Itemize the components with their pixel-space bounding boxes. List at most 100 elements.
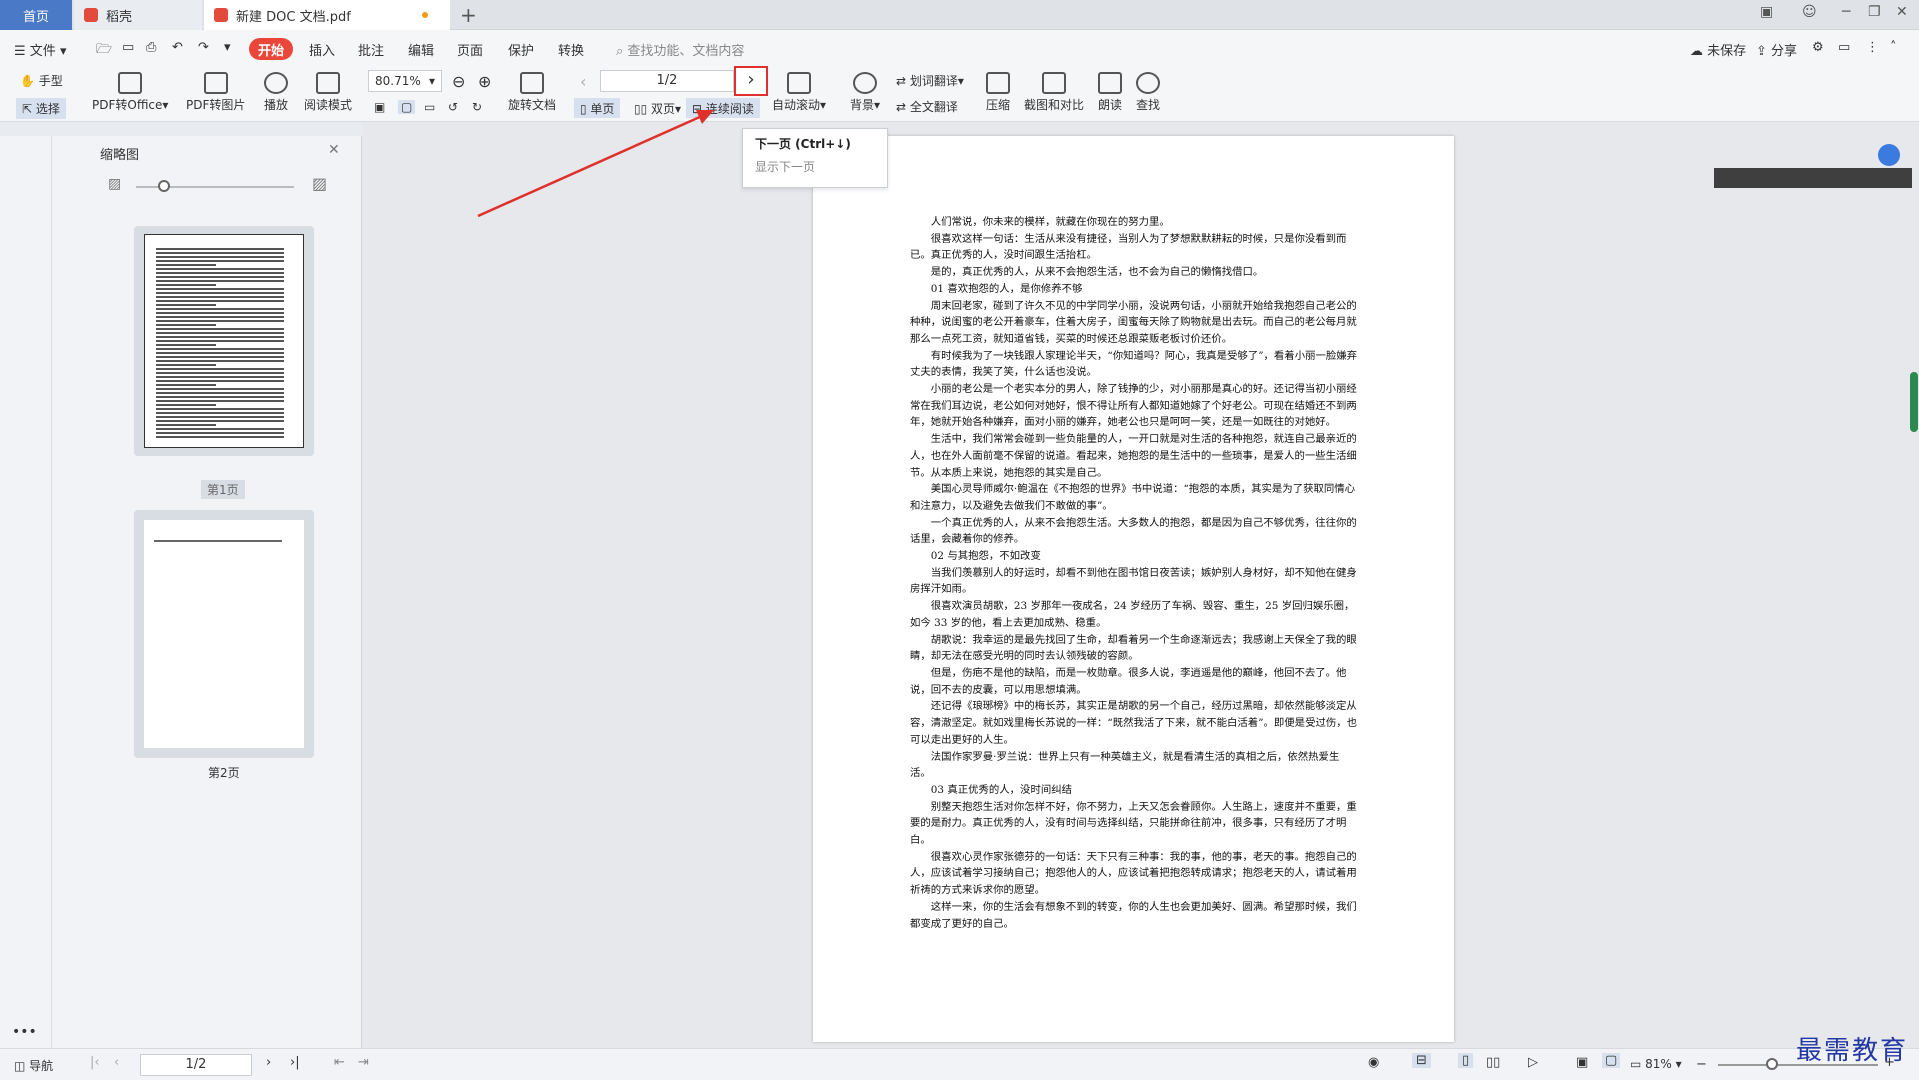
fit-page-icon[interactable]: ▢ [398, 100, 416, 114]
fit-width-icon[interactable]: ▭ [424, 100, 435, 114]
tab-wps[interactable]: 稻壳 [74, 0, 202, 30]
background-button[interactable]: 背景▾ [850, 72, 880, 113]
print-icon[interactable]: ⎙ [146, 40, 156, 55]
continuous-mode-icon[interactable]: ⊟ [1412, 1053, 1431, 1068]
eye-mode-icon[interactable]: ◉ [1368, 1055, 1379, 1070]
double-page-mode-icon[interactable]: ▯▯ [1486, 1055, 1500, 1070]
comment-icon[interactable]: ▭ [1838, 40, 1850, 55]
navigation-toggle[interactable]: ◫ 导航 [14, 1057, 53, 1074]
pdf-to-image-button[interactable]: PDF转图片 [186, 72, 245, 113]
thumbnail-text-line [156, 408, 284, 410]
unsaved-button[interactable]: ☁ 未保存 [1690, 40, 1746, 59]
document-paragraph: 01 喜欢抱怨的人，是你修养不够 [930, 282, 1083, 295]
next-page-button[interactable]: › [734, 66, 768, 96]
add-tab-button[interactable]: + [460, 3, 477, 27]
input-method-bar[interactable] [1714, 168, 1912, 188]
zoom-slider-handle[interactable] [1766, 1058, 1778, 1070]
play-button[interactable]: 播放 [264, 72, 288, 113]
play-icon [264, 72, 288, 94]
thumbnail-page-2-preview [144, 520, 304, 748]
restore-button[interactable]: ❐ [1868, 4, 1881, 20]
last-page-icon[interactable]: ›| [290, 1055, 300, 1070]
settings-icon[interactable]: ⚙ [1812, 40, 1824, 55]
back-icon[interactable]: ⇤ [334, 1055, 345, 1070]
compress-label: 压缩 [986, 98, 1011, 112]
thumbnail-text-line [156, 332, 284, 334]
close-icon[interactable]: ✕ [328, 142, 340, 158]
document-page: 人们常说，你未来的模样，就藏在你现在的努力里。 很喜欢这样一句话：生活从来没有捷径… [813, 136, 1454, 1042]
reading-mode-button[interactable]: 阅读模式 [304, 72, 352, 113]
close-button[interactable]: ✕ [1896, 4, 1908, 20]
slider-handle[interactable] [158, 180, 170, 192]
next-page-icon[interactable]: › [266, 1055, 271, 1070]
redo-icon[interactable]: ↷ [198, 40, 209, 55]
more-dots-icon[interactable]: ••• [12, 1024, 37, 1040]
rotate-left-icon[interactable]: ↺ [448, 100, 458, 114]
screenshot-compare-button[interactable]: 截图和对比 [1024, 72, 1084, 113]
menu-protect[interactable]: 保护 [508, 40, 534, 59]
thumbnail-page-2-label: 第2页 [208, 766, 240, 780]
full-translate-button[interactable]: ⇄ 全文翻译 [896, 98, 958, 115]
zoom-out-icon[interactable]: ⊖ [452, 72, 465, 91]
menu-start[interactable]: 开始 [249, 38, 293, 60]
actual-size-mode-icon[interactable]: ▣ [1576, 1055, 1588, 1070]
document-paragraph: 还记得《琅琊榜》中的梅长苏，其实正是胡歌的另一个自己，经历过黑暗，却依然能够淡定… [910, 700, 1358, 746]
navigation-label: 导航 [29, 1059, 54, 1073]
menu-file[interactable]: ☰ 文件 ▾ [14, 40, 66, 59]
actual-size-icon[interactable]: ▣ [374, 100, 385, 114]
document-paragraph: 当我们羡慕别人的好运时，却看不到他在图书馆日夜苦读；嫉妒别人身材好，却不知他在健… [910, 566, 1357, 596]
minimize-button[interactable]: ─ [1842, 4, 1850, 20]
fit-page-mode-icon[interactable]: ▢ [1602, 1053, 1621, 1068]
tab-home[interactable]: 首页 [0, 0, 72, 30]
status-page-input[interactable]: 1/2 [140, 1054, 252, 1076]
search-icon [1136, 72, 1160, 94]
document-paragraph: 02 与其抱怨，不如改变 [930, 550, 1041, 563]
play-label: 播放 [264, 98, 289, 112]
undo-icon[interactable]: ↶ [172, 40, 183, 55]
menu-annotate[interactable]: 批注 [358, 40, 384, 59]
share-button[interactable]: ⇪ 分享 [1756, 40, 1797, 59]
menu-convert[interactable]: 转换 [558, 40, 584, 59]
compress-button[interactable]: 压缩 [986, 72, 1010, 113]
select-tool[interactable]: ⇱ 选择 [16, 98, 66, 119]
forward-icon[interactable]: ⇥ [358, 1055, 369, 1070]
zoom-in-icon[interactable]: ⊕ [478, 72, 491, 91]
menu-bar: ☰ 文件 ▾ 🗁 ▭ ⎙ ↶ ↷ ▾ 开始 插入 批注 编辑 页面 保护 转换 … [0, 30, 1919, 66]
thumbnail-text-line [156, 280, 284, 282]
pdf-to-office-button[interactable]: PDF转Office▾ [92, 72, 168, 113]
collapse-icon[interactable]: ˄ [1890, 40, 1897, 55]
thumbnail-text-line [156, 412, 284, 414]
single-page-mode-icon[interactable]: ▯ [1458, 1053, 1474, 1068]
zoom-level[interactable]: ▭ 81% ▾ [1630, 1057, 1682, 1071]
rotate-document-icon [520, 72, 544, 94]
thumbnail-text-line [156, 416, 284, 418]
read-aloud-button[interactable]: 朗读 [1098, 72, 1122, 113]
zoom-out-status-icon[interactable]: − [1696, 1057, 1707, 1072]
tab-document[interactable]: 新建 DOC 文档.pdf [204, 0, 450, 30]
thumbnail-text-line [156, 316, 284, 318]
save-icon[interactable]: ▭ [122, 40, 134, 55]
floating-assistant-icon[interactable] [1878, 144, 1900, 166]
thumbnail-text-line [156, 420, 284, 422]
search-field[interactable]: ⌕ 查找功能、文档内容 [616, 40, 744, 59]
menu-edit[interactable]: 编辑 [408, 40, 434, 59]
menu-page[interactable]: 页面 [457, 40, 483, 59]
word-translate-button[interactable]: ⇄ 划词翻译▾ [896, 72, 964, 89]
scrollbar-thumb[interactable] [1910, 372, 1918, 432]
first-page-icon[interactable]: |‹ [90, 1055, 100, 1070]
zoom-select[interactable]: 80.71% ▾ [368, 70, 442, 92]
more-icon[interactable]: ⋮ [1866, 40, 1879, 55]
previous-page-button[interactable]: ‹ [580, 72, 586, 91]
avatar[interactable]: ☺ [1802, 4, 1817, 20]
thumbnail-text-line [156, 324, 216, 326]
hand-tool[interactable]: ✋ 手型 [20, 72, 63, 89]
open-icon[interactable]: 🗁 [96, 40, 112, 62]
menu-insert[interactable]: 插入 [309, 40, 335, 59]
page-number-input[interactable]: 1/2 [600, 70, 734, 92]
auto-scroll-button[interactable]: 自动滚动▾ [772, 72, 826, 113]
play-mode-icon[interactable]: ▷ [1528, 1055, 1538, 1070]
find-button[interactable]: 查找 [1136, 72, 1160, 113]
more-chevron-icon[interactable]: ▾ [224, 40, 231, 55]
prev-page-icon[interactable]: ‹ [114, 1055, 119, 1070]
layout-icon[interactable]: ▣ [1760, 4, 1773, 20]
